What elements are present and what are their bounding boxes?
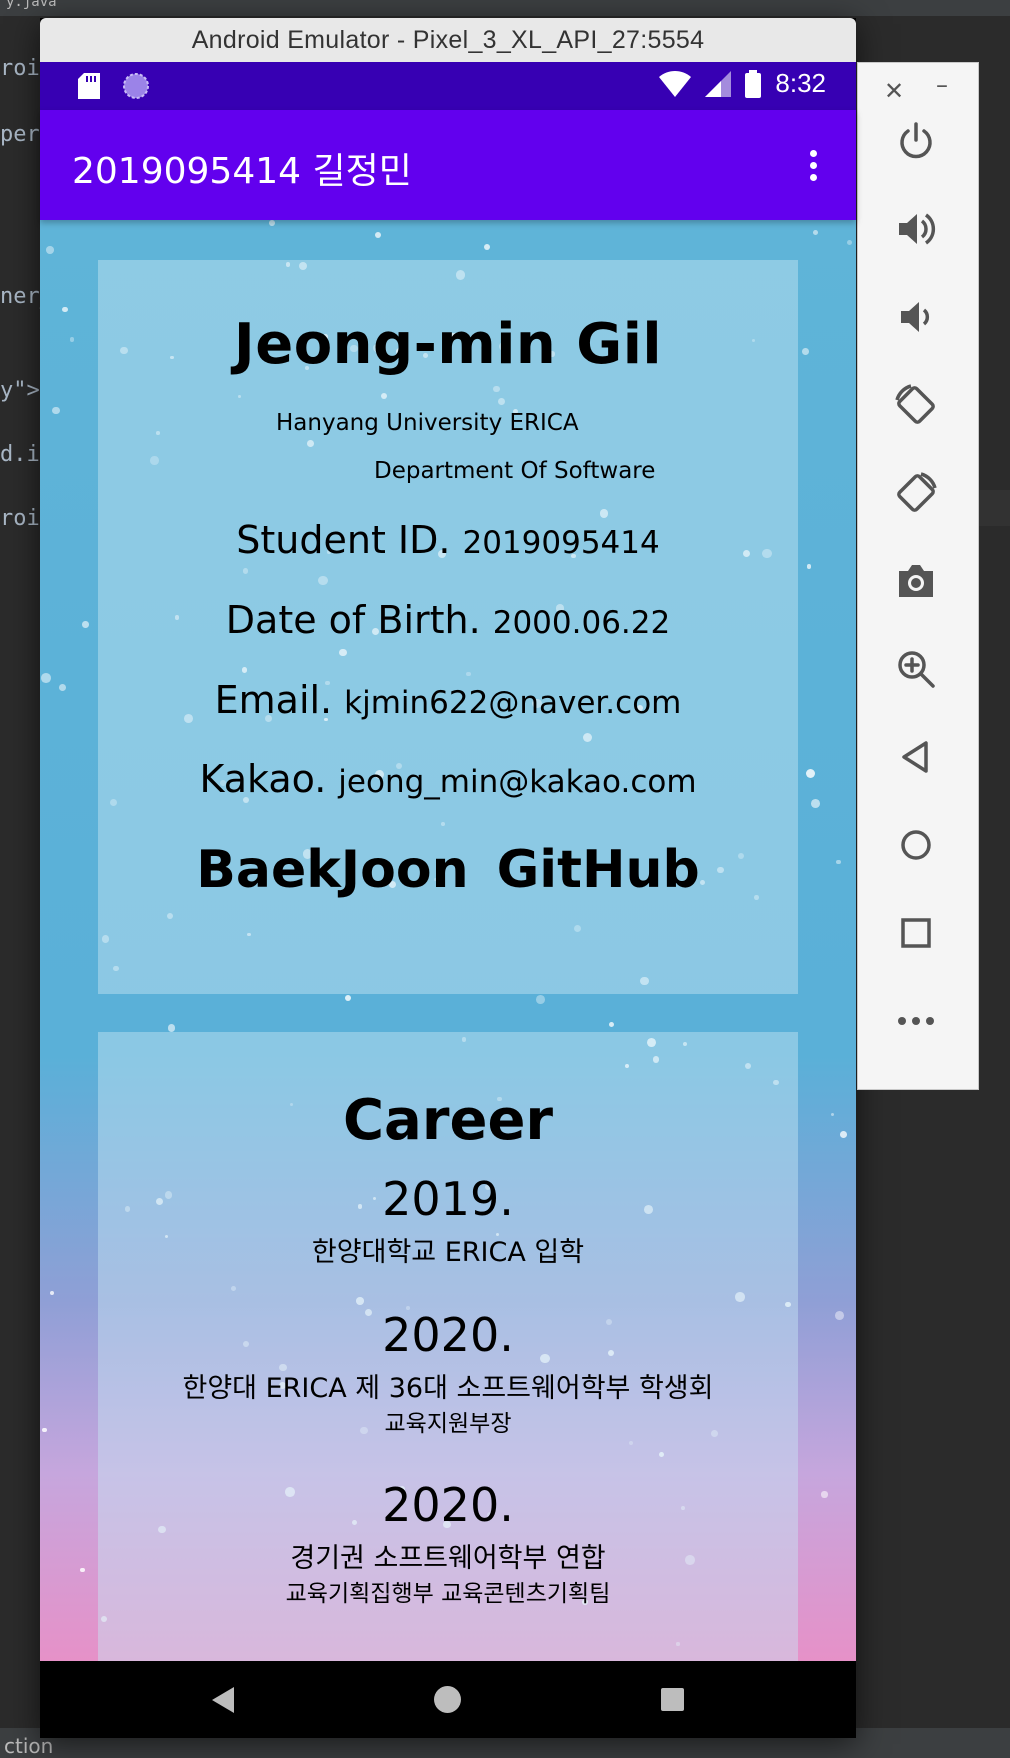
snow-dot <box>50 1291 55 1296</box>
snow-dot <box>80 1567 85 1572</box>
minimize-icon[interactable]: – <box>936 71 948 99</box>
close-icon[interactable]: ✕ <box>884 77 904 105</box>
snow-dot <box>46 246 54 254</box>
snow-dot <box>269 220 276 226</box>
ide-code-line: d.i <box>0 442 40 467</box>
kakao-value: jeong_min@kakao.com <box>338 764 697 800</box>
volume-up-icon[interactable] <box>888 201 944 257</box>
snow-dot <box>42 1427 47 1432</box>
ide-code-line: y"> <box>0 378 40 403</box>
ide-tab-label: y.java <box>6 0 57 10</box>
snow-dot <box>805 768 816 778</box>
birth-value: 2000.06.22 <box>492 605 671 641</box>
ide-code-line: roid <box>0 506 40 531</box>
nav-back-icon[interactable] <box>212 1687 234 1713</box>
email-row: Email. kjmin622@naver.com <box>98 678 798 722</box>
app-bar-title: 2019095414 길정민 <box>72 151 412 192</box>
ide-tab-strip: y.java <box>0 0 1010 16</box>
profile-name: Jeong-min Gil <box>233 312 663 377</box>
profile-links: BaekJoon GitHub <box>98 840 798 900</box>
wifi-icon <box>659 70 692 97</box>
nav-recents-icon[interactable] <box>661 1688 684 1711</box>
emulator-toolbar: ✕ – <box>857 62 979 1090</box>
career-card: Career 2019. 한양대학교 ERICA 입학 2020. 한양대 ER… <box>98 1032 798 1661</box>
snow-dot <box>830 1113 834 1117</box>
career-year: 2019. <box>382 1172 514 1226</box>
snow-dot <box>483 244 491 251</box>
student-id-label: Student ID. <box>236 518 451 562</box>
overview-icon[interactable] <box>888 905 944 961</box>
snow-dot <box>806 564 812 570</box>
career-text: 경기권 소프트웨어학부 연합 <box>290 1543 606 1574</box>
career-year: 2020. <box>382 1308 514 1362</box>
zoom-icon[interactable] <box>888 641 944 697</box>
career-year: 2020. <box>382 1478 514 1532</box>
career-text: 한양대 ERICA 제 36대 소프트웨어학부 학생회 <box>182 1373 714 1404</box>
snow-dot <box>41 673 52 683</box>
career-text: 한양대학교 ERICA 입학 <box>311 1237 585 1268</box>
snow-dot <box>836 859 841 864</box>
emulator-title-bar[interactable]: Android Emulator - Pixel_3_XL_API_27:555… <box>40 18 856 62</box>
snow-dot <box>802 348 809 355</box>
profile-university: Hanyang University ERICA <box>276 410 579 436</box>
home-icon[interactable] <box>888 817 944 873</box>
snow-dot <box>835 1311 845 1320</box>
birth-label: Date of Birth. <box>225 598 481 642</box>
student-id-row: Student ID. 2019095414 <box>98 518 798 562</box>
sd-card-icon <box>78 73 100 99</box>
snow-dot <box>344 994 351 1001</box>
career-subtext: 교육지원부장 <box>384 1411 512 1437</box>
app-bar: 2019095414 길정민 <box>40 110 856 220</box>
snow-dot <box>846 240 852 246</box>
snow-dot <box>167 1024 176 1032</box>
loading-spinner-icon <box>123 73 149 99</box>
navigation-bar <box>40 1661 856 1738</box>
kakao-label: Kakao. <box>199 757 327 801</box>
snow-dot <box>51 406 60 415</box>
snow-dot <box>839 1131 847 1139</box>
more-icon[interactable] <box>888 993 944 1049</box>
snow-dot <box>70 337 75 342</box>
back-icon[interactable] <box>888 729 944 785</box>
rotate-right-icon[interactable] <box>888 465 944 521</box>
snow-dot <box>59 684 67 692</box>
emulator-window: Android Emulator - Pixel_3_XL_API_27:555… <box>40 18 856 1738</box>
power-icon[interactable] <box>888 113 944 169</box>
student-id-value: 2019095414 <box>462 525 660 561</box>
emulator-title: Android Emulator - Pixel_3_XL_API_27:555… <box>191 25 705 54</box>
snow-dot <box>82 621 89 628</box>
snow-dot <box>812 230 818 235</box>
birth-row: Date of Birth. 2000.06.22 <box>98 598 798 642</box>
kakao-row: Kakao. jeong_min@kakao.com <box>98 757 798 801</box>
baekjoon-link[interactable]: BaekJoon <box>196 840 468 900</box>
overflow-menu-icon[interactable] <box>810 150 818 186</box>
signal-icon <box>705 70 732 97</box>
camera-icon[interactable] <box>888 553 944 609</box>
status-time: 8:32 <box>775 68 826 98</box>
volume-down-icon[interactable] <box>888 289 944 345</box>
main-content[interactable]: Jeong-min Gil Hanyang University ERICA D… <box>40 220 856 1661</box>
ide-code-line: roid <box>0 56 40 81</box>
battery-icon <box>745 69 762 98</box>
github-link[interactable]: GitHub <box>497 840 700 900</box>
snow-dot <box>536 995 546 1005</box>
snow-dot <box>62 306 68 313</box>
email-value: kjmin622@naver.com <box>344 685 682 721</box>
email-label: Email. <box>214 678 333 722</box>
rotate-left-icon[interactable] <box>888 377 944 433</box>
ide-code-line: ner_ <box>0 284 40 309</box>
profile-department: Department Of Software <box>374 458 656 484</box>
status-bar: 8:32 <box>40 62 856 110</box>
snow-dot <box>375 232 382 239</box>
snow-dot <box>608 1021 615 1028</box>
snow-dot <box>810 799 820 809</box>
ide-code-line: perm <box>0 122 40 147</box>
nav-home-icon[interactable] <box>434 1686 461 1713</box>
career-title: Career <box>342 1088 554 1153</box>
snow-dot <box>821 1491 828 1498</box>
career-subtext: 교육기획집행부 교육콘텐츠기획팀 <box>285 1581 611 1607</box>
profile-card: Jeong-min Gil Hanyang University ERICA D… <box>98 260 798 994</box>
